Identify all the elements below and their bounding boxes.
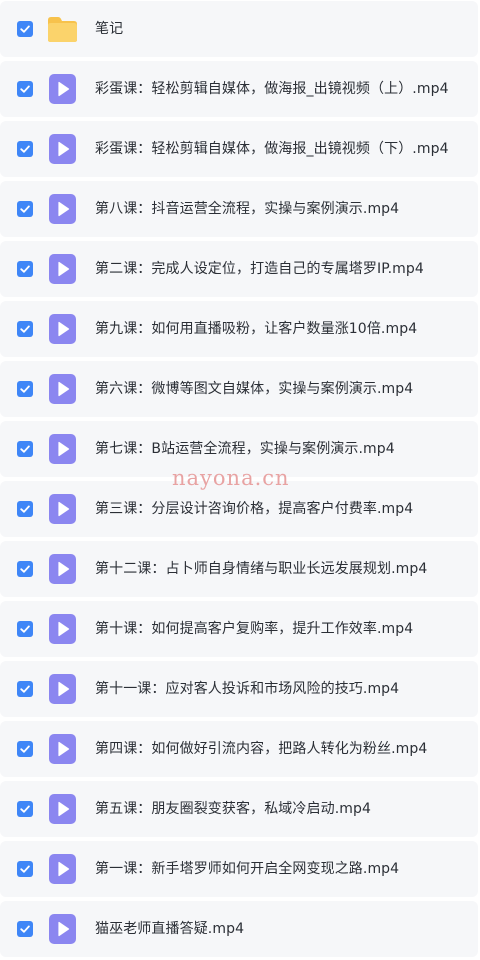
watermark: nayona.cn bbox=[172, 466, 290, 490]
checkbox-icon[interactable] bbox=[17, 741, 33, 757]
file-row-folder[interactable]: 笔记 bbox=[0, 1, 478, 57]
video-file-icon bbox=[49, 674, 76, 704]
file-name[interactable]: 第十课：如何提高客户复购率，提升工作效率.mp4 bbox=[95, 601, 413, 657]
checkbox-icon[interactable] bbox=[17, 681, 33, 697]
checkbox-icon[interactable] bbox=[17, 921, 33, 937]
file-row[interactable]: 第五课：朋友圈裂变获客，私域冷启动.mp4 bbox=[0, 781, 478, 837]
file-row[interactable]: 第一课：新手塔罗师如何开启全网变现之路.mp4 bbox=[0, 841, 478, 897]
video-file-icon bbox=[49, 194, 76, 224]
file-name[interactable]: 第九课：如何用直播吸粉，让客户数量涨10倍.mp4 bbox=[95, 301, 417, 357]
checkbox-icon[interactable] bbox=[17, 261, 33, 277]
file-name[interactable]: 第二课：完成人设定位，打造自己的专属塔罗IP.mp4 bbox=[95, 241, 424, 297]
video-file-icon bbox=[49, 374, 76, 404]
checkbox-icon[interactable] bbox=[17, 561, 33, 577]
file-row[interactable]: 第九课：如何用直播吸粉，让客户数量涨10倍.mp4 bbox=[0, 301, 478, 357]
file-name[interactable]: 彩蛋课：轻松剪辑自媒体，做海报_出镜视频（下）.mp4 bbox=[95, 121, 449, 177]
file-list: 笔记 彩蛋课：轻松剪辑自媒体，做海报_出镜视频（上）.mp4 彩蛋课：轻松剪辑自… bbox=[0, 0, 480, 960]
video-file-icon bbox=[49, 914, 76, 944]
video-file-icon bbox=[49, 74, 76, 104]
file-name[interactable]: 第十一课：应对客人投诉和市场风险的技巧.mp4 bbox=[95, 661, 399, 717]
checkbox-icon[interactable] bbox=[17, 501, 33, 517]
video-file-icon bbox=[49, 254, 76, 284]
file-name[interactable]: 猫巫老师直播答疑.mp4 bbox=[95, 901, 244, 957]
file-name[interactable]: 第八课：抖音运营全流程，实操与案例演示.mp4 bbox=[95, 181, 399, 237]
video-file-icon bbox=[49, 314, 76, 344]
file-row[interactable]: 彩蛋课：轻松剪辑自媒体，做海报_出镜视频（下）.mp4 bbox=[0, 121, 478, 177]
checkbox-icon[interactable] bbox=[17, 21, 33, 37]
file-name[interactable]: 第六课：微博等图文自媒体，实操与案例演示.mp4 bbox=[95, 361, 413, 417]
video-file-icon bbox=[49, 854, 76, 884]
file-name[interactable]: 笔记 bbox=[95, 1, 123, 57]
video-file-icon bbox=[49, 434, 76, 464]
checkbox-icon[interactable] bbox=[17, 441, 33, 457]
file-row[interactable]: 第十一课：应对客人投诉和市场风险的技巧.mp4 bbox=[0, 661, 478, 717]
video-file-icon bbox=[49, 134, 76, 164]
file-row[interactable]: 第十二课：占卜师自身情绪与职业长远发展规划.mp4 bbox=[0, 541, 478, 597]
video-file-icon bbox=[49, 734, 76, 764]
file-row[interactable]: 彩蛋课：轻松剪辑自媒体，做海报_出镜视频（上）.mp4 bbox=[0, 61, 478, 117]
file-name[interactable]: 彩蛋课：轻松剪辑自媒体，做海报_出镜视频（上）.mp4 bbox=[95, 61, 449, 117]
file-row[interactable]: 第四课：如何做好引流内容，把路人转化为粉丝.mp4 bbox=[0, 721, 478, 777]
video-file-icon bbox=[49, 794, 76, 824]
checkbox-icon[interactable] bbox=[17, 201, 33, 217]
checkbox-icon[interactable] bbox=[17, 621, 33, 637]
file-row[interactable]: 第六课：微博等图文自媒体，实操与案例演示.mp4 bbox=[0, 361, 478, 417]
checkbox-icon[interactable] bbox=[17, 81, 33, 97]
checkbox-icon[interactable] bbox=[17, 861, 33, 877]
file-row[interactable]: 第八课：抖音运营全流程，实操与案例演示.mp4 bbox=[0, 181, 478, 237]
file-row[interactable]: 第十课：如何提高客户复购率，提升工作效率.mp4 bbox=[0, 601, 478, 657]
checkbox-icon[interactable] bbox=[17, 321, 33, 337]
video-file-icon bbox=[49, 494, 76, 524]
file-name[interactable]: 第十二课：占卜师自身情绪与职业长远发展规划.mp4 bbox=[95, 541, 427, 597]
file-name[interactable]: 第一课：新手塔罗师如何开启全网变现之路.mp4 bbox=[95, 841, 399, 897]
file-row[interactable]: 第二课：完成人设定位，打造自己的专属塔罗IP.mp4 bbox=[0, 241, 478, 297]
video-file-icon bbox=[49, 614, 76, 644]
checkbox-icon[interactable] bbox=[17, 381, 33, 397]
checkbox-icon[interactable] bbox=[17, 141, 33, 157]
file-name[interactable]: 第四课：如何做好引流内容，把路人转化为粉丝.mp4 bbox=[95, 721, 427, 777]
file-row[interactable]: 猫巫老师直播答疑.mp4 bbox=[0, 901, 478, 957]
video-file-icon bbox=[49, 554, 76, 584]
file-name[interactable]: 第五课：朋友圈裂变获客，私域冷启动.mp4 bbox=[95, 781, 371, 837]
folder-icon bbox=[47, 16, 78, 43]
checkbox-icon[interactable] bbox=[17, 801, 33, 817]
